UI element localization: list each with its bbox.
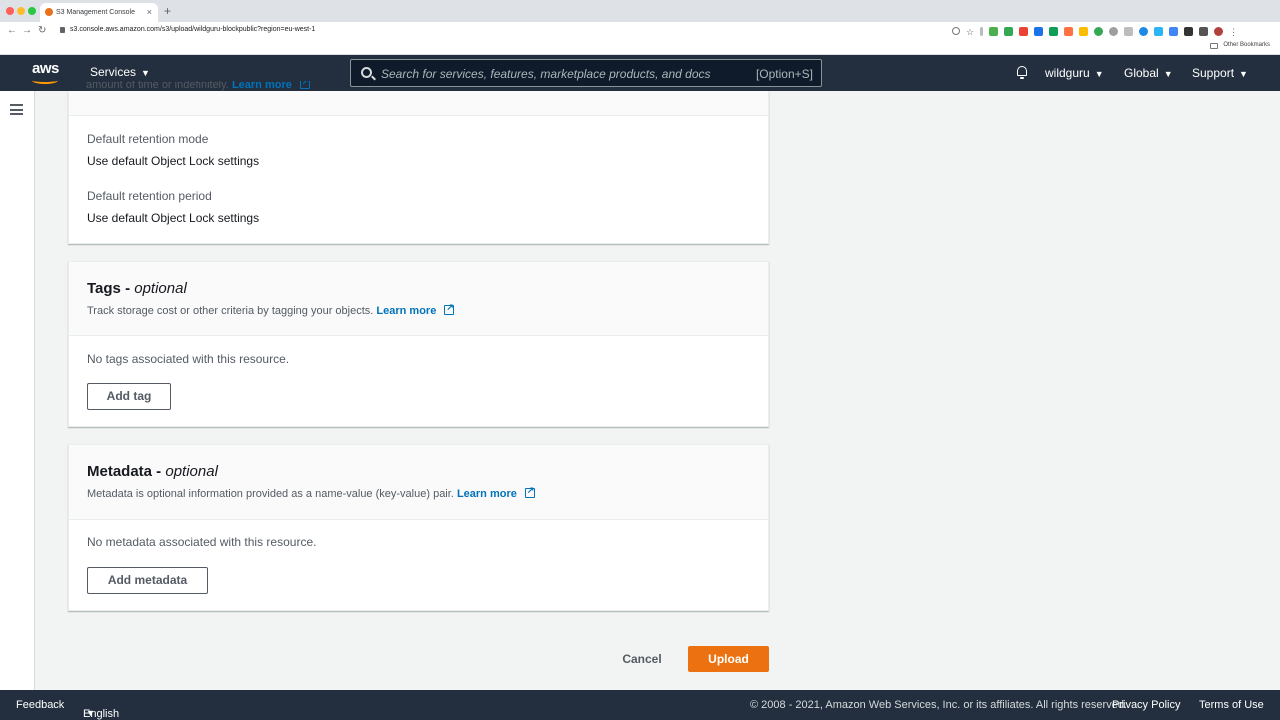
metadata-empty-text: No metadata associated with this resourc… [87,535,317,549]
tags-empty-text: No tags associated with this resource. [87,352,290,366]
tags-description: Track storage cost or other criteria by … [87,302,750,317]
window-minimize-button[interactable] [17,7,25,15]
truncated-text: amount of time or indefinitely. [86,81,229,91]
extension-icon[interactable] [1064,26,1074,36]
extension-icon[interactable] [980,26,984,36]
extension-icon[interactable] [1199,26,1209,36]
folder-icon [1210,43,1218,49]
caret-down-icon: ▼ [1239,69,1248,79]
support-menu[interactable]: Support ▼ [1192,66,1248,80]
search-placeholder: Search for services, features, marketpla… [381,67,711,81]
forward-arrow-icon[interactable]: → [22,25,32,36]
services-label: Services [90,65,137,79]
copyright-text: © 2008 - 2021, Amazon Web Services, Inc.… [750,699,1127,711]
window-close-button[interactable] [6,7,14,15]
region-menu[interactable]: Global ▼ [1124,66,1173,80]
learn-more-link[interactable]: Learn more [457,488,517,500]
learn-more-link[interactable]: Learn more [232,81,292,91]
profile-avatar-icon[interactable] [1214,26,1224,36]
aws-favicon-icon [45,8,53,16]
tab-close-icon[interactable]: × [147,7,152,17]
browser-toolbar: ← → ↻ s3.console.aws.amazon.com/s3/uploa… [0,22,1280,40]
tags-title: Tags - optional [87,280,187,297]
region-name: Global [1124,66,1159,80]
window-maximize-button[interactable] [28,7,36,15]
caret-down-icon: ▼ [141,68,150,78]
services-menu[interactable]: Services ▼ [90,65,150,79]
extension-icon[interactable] [1094,26,1104,36]
lock-icon[interactable] [60,27,65,33]
metadata-description: Metadata is optional information provide… [87,485,750,500]
other-bookmarks[interactable]: Other Bookmarks [1223,42,1270,48]
extension-icon[interactable] [1034,26,1044,36]
browser-tabstrip: S3 Management Console × + [0,0,1280,22]
back-arrow-icon[interactable]: ← [7,25,17,36]
extension-icon[interactable] [1079,26,1089,36]
panel-header-remnant [69,91,768,116]
support-label: Support [1192,66,1235,80]
metadata-title: Metadata - optional [87,463,218,480]
add-tag-button[interactable]: Add tag [87,383,171,410]
retention-mode-label: Default retention mode [87,132,209,146]
search-icon [361,67,372,78]
aws-logo[interactable]: aws [30,60,62,85]
extension-icon[interactable] [1049,26,1059,36]
extension-icon[interactable] [1004,26,1014,36]
metadata-panel: Metadata - optional Metadata is optional… [68,444,769,611]
terms-of-use-link[interactable]: Terms of Use [1199,699,1264,711]
privacy-policy-link[interactable]: Privacy Policy [1112,699,1180,711]
browser-tab[interactable]: S3 Management Console × [40,3,158,22]
zoom-icon[interactable] [952,27,960,35]
metadata-panel-header: Metadata - optional Metadata is optional… [69,445,768,520]
search-input[interactable]: Search for services, features, marketpla… [350,59,822,87]
tags-panel: Tags - optional Track storage cost or ot… [68,261,769,427]
account-menu[interactable]: wildguru ▼ [1045,66,1104,80]
extension-icon[interactable] [1184,26,1194,36]
caret-down-icon: ▼ [1163,69,1173,79]
extension-icon[interactable] [989,26,999,36]
account-name: wildguru [1045,66,1090,80]
caret-down-icon: ▼ [86,708,95,718]
extension-icon[interactable] [1139,26,1149,36]
aws-logo-text: aws [32,60,59,77]
learn-more-link[interactable]: Learn more [376,305,436,317]
external-link-icon [299,81,310,89]
aws-smile-icon [32,77,58,84]
tab-title: S3 Management Console [56,9,135,16]
extension-icon[interactable] [1169,26,1179,36]
retention-mode-value: Use default Object Lock settings [87,154,260,168]
extension-icons: ☆ ⋮ [952,25,1238,37]
reload-icon[interactable]: ↻ [38,25,46,36]
external-link-icon[interactable] [524,485,535,498]
cancel-button[interactable]: Cancel [613,647,671,671]
caret-down-icon: ▼ [1094,69,1104,79]
side-navigation [0,91,35,690]
tags-panel-header: Tags - optional Track storage cost or ot… [69,262,768,336]
address-bar[interactable]: s3.console.aws.amazon.com/s3/upload/wild… [70,26,315,33]
truncated-description: amount of time or indefinitely. Learn mo… [86,81,310,91]
optional-label: optional [134,280,187,297]
add-metadata-button[interactable]: Add metadata [87,567,208,594]
menu-dots-icon[interactable]: ⋮ [1229,27,1238,37]
star-icon[interactable]: ☆ [966,27,974,37]
retention-period-value: Use default Object Lock settings [87,211,260,225]
search-shortcut: [Option+S] [755,67,813,81]
console-footer: Feedback English (US) ▼ © 2008 - 2021, A… [0,690,1280,720]
new-tab-button[interactable]: + [164,4,171,18]
upload-button[interactable]: Upload [688,646,769,672]
bookmarks-bar: Other Bookmarks [0,40,1280,55]
hamburger-menu-icon[interactable] [10,104,23,115]
extension-icon[interactable] [1019,26,1029,36]
extension-icon[interactable] [1154,26,1164,36]
extension-icon[interactable] [1109,26,1119,36]
external-link-icon[interactable] [444,302,455,315]
extension-icon[interactable] [1124,26,1134,36]
object-lock-panel: Default retention mode Use default Objec… [68,91,769,244]
feedback-link[interactable]: Feedback [16,699,64,711]
notifications-bell-icon[interactable] [1016,66,1028,79]
retention-period-label: Default retention period [87,189,212,203]
optional-label: optional [165,463,218,480]
